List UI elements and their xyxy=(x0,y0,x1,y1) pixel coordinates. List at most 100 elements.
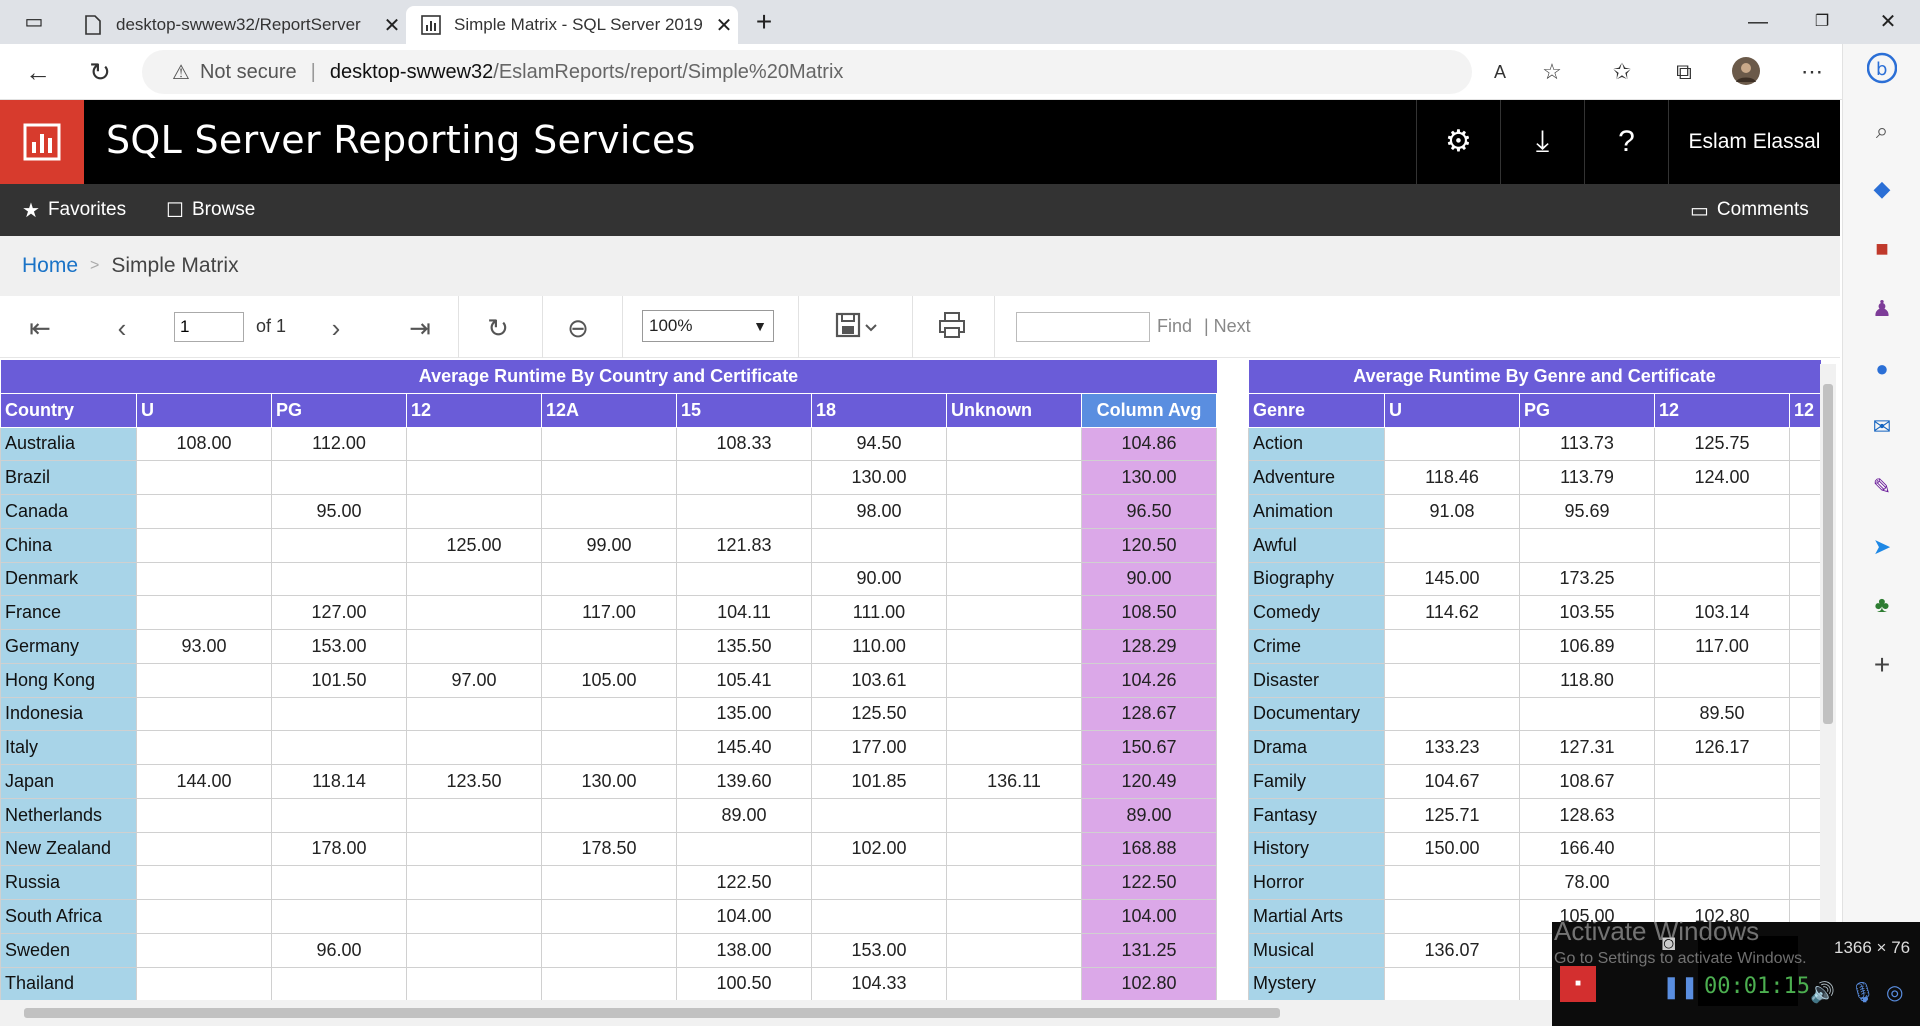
vertical-scrollbar[interactable] xyxy=(1820,364,1836,1000)
ssrs-logo-icon[interactable] xyxy=(0,100,84,184)
value-cell xyxy=(541,696,677,732)
value-cell xyxy=(136,595,272,630)
value-cell xyxy=(1384,865,1520,900)
zoom-value: 100% xyxy=(649,316,693,335)
outlook-icon[interactable]: ✉ xyxy=(1867,412,1897,442)
minimize-icon[interactable]: — xyxy=(1738,8,1778,36)
find-next-button[interactable]: | Next xyxy=(1204,316,1251,337)
row-header: Adventure xyxy=(1248,460,1385,495)
record-stop-button[interactable]: ■ xyxy=(1560,966,1596,1002)
profile-avatar[interactable] xyxy=(1730,56,1762,88)
row-header: Biography xyxy=(1248,561,1385,597)
first-page-icon[interactable]: ⇤ xyxy=(22,310,58,346)
value-cell xyxy=(406,595,542,630)
last-page-icon[interactable]: ⇥ xyxy=(402,310,438,346)
browser-tab-simple-matrix[interactable]: Simple Matrix - SQL Server 2019 ✕ xyxy=(406,6,738,44)
value-cell xyxy=(946,865,1082,900)
volume-icon[interactable]: 🔊 xyxy=(1810,980,1835,1005)
zoom-select[interactable]: 100% ▼ xyxy=(642,310,774,342)
download-icon[interactable]: ⤓ xyxy=(1500,100,1584,184)
column-avg-cell: 102.80 xyxy=(1081,966,1217,1000)
column-avg-cell: 89.00 xyxy=(1081,797,1217,833)
pause-icon[interactable]: ❚❚ xyxy=(1662,974,1699,1000)
browse-link[interactable]: ☐ Browse xyxy=(166,184,255,236)
close-tab-icon[interactable]: ✕ xyxy=(710,13,738,38)
row-header: Japan xyxy=(0,764,137,799)
warning-icon: ⚠ xyxy=(172,61,190,84)
add-icon[interactable]: + xyxy=(1867,650,1897,680)
settings-gear-icon[interactable]: ⚙ xyxy=(1416,100,1500,184)
new-tab-button[interactable]: + xyxy=(744,8,784,36)
read-aloud-icon[interactable]: A xyxy=(1484,56,1516,88)
scrollbar-thumb[interactable] xyxy=(24,1008,1280,1018)
value-cell: 118.80 xyxy=(1519,662,1655,698)
value-cell xyxy=(1654,561,1790,597)
shopping-icon[interactable]: ◆ xyxy=(1867,174,1897,204)
close-tab-icon[interactable]: ✕ xyxy=(378,13,406,38)
refresh-icon[interactable]: ↻ xyxy=(480,310,516,346)
reload-icon[interactable]: ↻ xyxy=(82,54,118,90)
restore-icon[interactable]: ❐ xyxy=(1802,8,1842,36)
value-cell: 136.07 xyxy=(1384,932,1520,968)
value-cell: 138.00 xyxy=(676,932,812,968)
favorites-link[interactable]: ★ Favorites xyxy=(22,184,126,236)
office-icon[interactable]: ● xyxy=(1867,354,1897,384)
add-favorite-icon[interactable]: ☆ xyxy=(1536,56,1568,88)
value-cell: 101.50 xyxy=(271,662,407,698)
value-cell xyxy=(136,662,272,698)
value-cell xyxy=(271,899,407,934)
value-cell: 122.50 xyxy=(676,865,812,900)
value-cell xyxy=(946,460,1082,495)
send-icon[interactable]: ➤ xyxy=(1867,532,1897,562)
collections-icon[interactable]: ⧉ xyxy=(1668,56,1700,88)
find-button[interactable]: Find xyxy=(1157,316,1192,337)
breadcrumb: Home > Simple Matrix xyxy=(0,236,1840,296)
value-cell: 94.50 xyxy=(811,426,947,462)
column-header: 12 xyxy=(1654,392,1790,428)
value-cell xyxy=(136,865,272,900)
microphone-icon[interactable]: 🎙 xyxy=(1850,980,1875,1005)
more-icon[interactable]: ⋯ xyxy=(1796,56,1828,88)
tree-icon[interactable]: ♣ xyxy=(1867,590,1897,620)
value-cell: 91.08 xyxy=(1384,494,1520,529)
column-header: Column Avg xyxy=(1081,392,1217,428)
favorites-icon[interactable]: ✩ xyxy=(1606,56,1638,88)
games-icon[interactable]: ♟ xyxy=(1867,294,1897,324)
export-save-icon[interactable] xyxy=(826,310,886,346)
designer-icon[interactable]: ✎ xyxy=(1867,472,1897,502)
value-cell xyxy=(541,629,677,664)
browser-tab-reportserver[interactable]: desktop-swwew32/ReportServer ✕ xyxy=(68,6,406,44)
value-cell xyxy=(406,899,542,934)
table-row: Japan 144.00 118.14 123.50 130.00 139.60 101.8… xyxy=(0,764,1217,799)
print-icon[interactable] xyxy=(934,310,970,346)
previous-page-icon[interactable]: ‹ xyxy=(104,310,140,346)
breadcrumb-home[interactable]: Home xyxy=(22,254,78,278)
column-avg-cell: 122.50 xyxy=(1081,865,1217,900)
next-page-icon[interactable]: › xyxy=(318,310,354,346)
value-cell: 153.00 xyxy=(271,629,407,664)
value-cell: 104.11 xyxy=(676,595,812,630)
column-avg-cell: 130.00 xyxy=(1081,460,1217,495)
url-bar[interactable]: ⚠ Not secure | desktop-swwew32 /EslamRep… xyxy=(142,50,1472,94)
page-number-input[interactable] xyxy=(174,312,244,342)
search-icon[interactable]: ⌕ xyxy=(1867,116,1897,146)
tab-actions-icon[interactable]: ▭ xyxy=(14,8,54,36)
find-text-input[interactable] xyxy=(1016,312,1150,342)
scrollbar-thumb[interactable] xyxy=(1823,384,1833,724)
help-icon[interactable]: ? xyxy=(1584,100,1668,184)
comments-link[interactable]: ▭ Comments xyxy=(1690,184,1809,236)
close-window-icon[interactable]: ✕ xyxy=(1868,8,1908,36)
value-cell xyxy=(1384,966,1520,1000)
value-cell xyxy=(946,932,1082,968)
value-cell xyxy=(541,494,677,529)
bing-icon[interactable]: b xyxy=(1866,52,1898,84)
column-avg-cell: 150.67 xyxy=(1081,730,1217,765)
back-to-parent-icon[interactable]: ⊖ xyxy=(560,310,596,346)
tools-icon[interactable]: ■ xyxy=(1867,234,1897,264)
back-icon[interactable]: ← xyxy=(20,54,56,90)
value-cell: 96.00 xyxy=(271,932,407,968)
value-cell xyxy=(1384,696,1520,732)
webcam-icon[interactable]: ◎ xyxy=(1886,980,1903,1005)
ssrs-header: SQL Server Reporting Services ⚙ ⤓ ? Esla… xyxy=(0,100,1840,184)
user-menu[interactable]: Eslam Elassal xyxy=(1668,100,1840,184)
